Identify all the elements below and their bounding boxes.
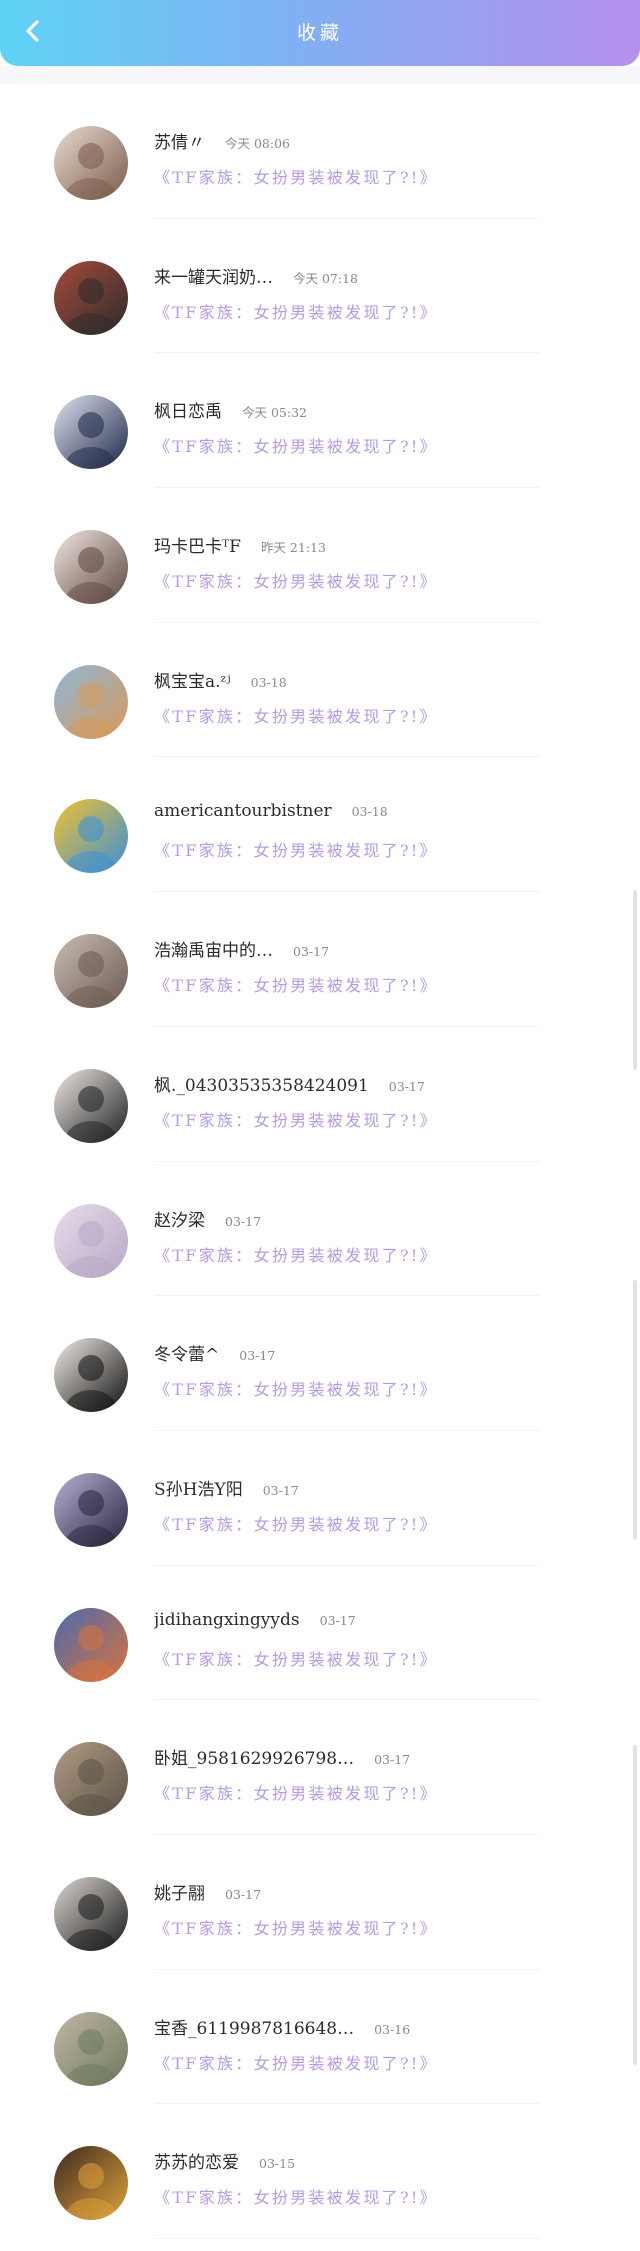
user-name: americantourbistner xyxy=(154,801,332,822)
user-avatar[interactable] xyxy=(54,1742,128,1817)
favorite-item[interactable]: 来一罐天润奶… 今天 07:18 《TF家族：女扮男装被发现了?!》 xyxy=(0,219,640,354)
user-name: 枫宝宝a.ᶻʲ xyxy=(154,671,231,692)
song-title-link[interactable]: 《TF家族：女扮男装被发现了?!》 xyxy=(154,299,600,323)
timestamp: 03-16 xyxy=(374,2021,411,2037)
favorite-item[interactable]: 卧姐_9581629926798… 03-17 《TF家族：女扮男装被发现了?!》 xyxy=(0,1700,640,1835)
favorite-item[interactable]: 苏苏的恋爱 03-15 《TF家族：女扮男装被发现了?!》 xyxy=(0,2104,640,2239)
timestamp: 03-15 xyxy=(259,2156,296,2172)
user-name: 苏苏的恋爱 xyxy=(154,2153,239,2174)
timestamp: 今天 08:06 xyxy=(225,136,290,151)
song-title-link[interactable]: 《TF家族：女扮男装被发现了?!》 xyxy=(154,837,600,861)
timestamp: 03-17 xyxy=(293,944,330,960)
timestamp: 03-17 xyxy=(374,1752,411,1768)
favorite-item[interactable]: 枫日恋禹 今天 05:32 《TF家族：女扮男装被发现了?!》 xyxy=(0,353,640,489)
user-avatar[interactable] xyxy=(54,126,128,200)
header-spacer xyxy=(0,66,640,84)
user-avatar[interactable] xyxy=(54,1472,128,1547)
user-avatar[interactable] xyxy=(54,1068,128,1143)
scroll-indicator xyxy=(633,1280,637,1540)
timestamp: 今天 07:18 xyxy=(293,270,358,286)
user-avatar[interactable] xyxy=(54,530,128,605)
favorite-item[interactable]: jidihangxingyyds 03-17 《TF家族：女扮男装被发现了?!》 xyxy=(0,1566,640,1701)
song-title-link[interactable]: 《TF家族：女扮男装被发现了?!》 xyxy=(154,2184,600,2208)
user-name: 宝香_6119987816648… xyxy=(154,2018,355,2039)
timestamp: 03-17 xyxy=(388,1078,425,1094)
song-title-link[interactable]: 《TF家族：女扮男装被发现了?!》 xyxy=(154,568,600,592)
user-avatar[interactable] xyxy=(54,934,128,1009)
scroll-indicator xyxy=(633,890,637,1070)
user-name: 浩瀚禹宙中的… xyxy=(154,941,273,962)
song-title-link[interactable]: 《TF家族：女扮男装被发现了?!》 xyxy=(154,1511,600,1535)
song-title-link[interactable]: 《TF家族：女扮男装被发现了?!》 xyxy=(154,1107,600,1131)
favorite-item[interactable]: 浩瀚禹宙中的… 03-17 《TF家族：女扮男装被发现了?!》 xyxy=(0,892,640,1027)
song-title-link[interactable]: 《TF家族：女扮男装被发现了?!》 xyxy=(154,1242,600,1266)
timestamp: 03-17 xyxy=(225,1213,262,1229)
timestamp: 03-17 xyxy=(319,1612,356,1628)
favorite-item[interactable]: americantourbistner 03-18 《TF家族：女扮男装被发现了?!… xyxy=(0,757,640,893)
song-title-link[interactable]: 《TF家族：女扮男装被发现了?!》 xyxy=(154,1915,600,1939)
timestamp: 03-17 xyxy=(225,1886,262,1902)
user-avatar[interactable] xyxy=(54,799,128,874)
page-title: 收藏 xyxy=(296,22,343,44)
favorite-item[interactable]: 枫宝宝a.ᶻʲ 03-18 《TF家族：女扮男装被发现了?!》 xyxy=(0,623,640,758)
user-avatar[interactable] xyxy=(54,1338,128,1413)
song-title-link[interactable]: 《TF家族：女扮男装被发现了?!》 xyxy=(154,972,600,996)
user-name: 来一罐天润奶… xyxy=(154,267,273,288)
timestamp: 03-17 xyxy=(239,1348,276,1364)
user-name: 苏倩〃 xyxy=(154,133,205,153)
favorite-item[interactable]: 赵汐梁 03-17 《TF家族：女扮男装被发现了?!》 xyxy=(0,1162,640,1297)
song-title-link[interactable]: 《TF家族：女扮男装被发现了?!》 xyxy=(154,1376,600,1400)
timestamp: 今天 05:32 xyxy=(242,405,307,421)
user-name: S孙H浩Y阳 xyxy=(154,1479,243,1500)
favorite-item[interactable]: 枫._04303535358424091 03-17 《TF家族：女扮男装被发现了?… xyxy=(0,1027,640,1162)
timestamp: 03-18 xyxy=(351,804,388,820)
song-title-link[interactable]: 《TF家族：女扮男装被发现了?!》 xyxy=(154,1646,600,1670)
user-name: 赵汐梁 xyxy=(154,1210,205,1231)
user-name: jidihangxingyyds xyxy=(154,1609,300,1630)
song-title-link[interactable]: 《TF家族：女扮男装被发现了?!》 xyxy=(154,164,600,188)
timestamp: 03-17 xyxy=(262,1482,299,1498)
scroll-indicator xyxy=(633,1745,637,2065)
favorite-item[interactable]: 苏倩〃 今天 08:06 《TF家族：女扮男装被发现了?!》 xyxy=(0,84,640,219)
user-name: 卧姐_9581629926798… xyxy=(154,1749,355,1770)
user-avatar[interactable] xyxy=(54,1607,128,1682)
user-name: 玛卡巴卡ᵀF xyxy=(154,537,241,558)
favorite-item[interactable]: S孙H浩Y阳 03-17 《TF家族：女扮男装被发现了?!》 xyxy=(0,1431,640,1566)
user-avatar[interactable] xyxy=(54,395,128,470)
song-title-link[interactable]: 《TF家族：女扮男装被发现了?!》 xyxy=(154,703,600,727)
user-name: 姚子翮 xyxy=(154,1883,205,1904)
divider xyxy=(154,2238,540,2239)
song-title-link[interactable]: 《TF家族：女扮男装被发现了?!》 xyxy=(154,1780,600,1804)
song-title-link[interactable]: 《TF家族：女扮男装被发现了?!》 xyxy=(154,2050,600,2074)
header-bar: 收藏 xyxy=(0,0,640,66)
user-avatar[interactable] xyxy=(54,260,128,335)
favorite-item[interactable]: 姚子翮 03-17 《TF家族：女扮男装被发现了?!》 xyxy=(0,1835,640,1970)
user-avatar[interactable] xyxy=(54,1203,128,1278)
user-avatar[interactable] xyxy=(54,664,128,739)
favorites-list: 苏倩〃 今天 08:06 《TF家族：女扮男装被发现了?!》 来一罐天润奶… 今天 07… xyxy=(0,84,640,2239)
timestamp: 03-18 xyxy=(250,674,287,690)
favorite-item[interactable]: 玛卡巴卡ᵀF 昨天 21:13 《TF家族：女扮男装被发现了?!》 xyxy=(0,488,640,623)
user-name: 枫日恋禹 xyxy=(154,402,222,423)
song-title-link[interactable]: 《TF家族：女扮男装被发现了?!》 xyxy=(154,433,600,457)
user-avatar[interactable] xyxy=(54,1876,128,1951)
user-name: 枫._04303535358424091 xyxy=(154,1075,369,1096)
user-name: 冬令蕾^ xyxy=(154,1345,220,1366)
timestamp: 昨天 21:13 xyxy=(260,540,326,556)
favorite-item[interactable]: 宝香_6119987816648… 03-16 《TF家族：女扮男装被发现了?!》 xyxy=(0,1970,640,2105)
user-avatar[interactable] xyxy=(54,2011,128,2086)
user-avatar[interactable] xyxy=(54,2146,128,2221)
favorite-item[interactable]: 冬令蕾^ 03-17 《TF家族：女扮男装被发现了?!》 xyxy=(0,1296,640,1431)
